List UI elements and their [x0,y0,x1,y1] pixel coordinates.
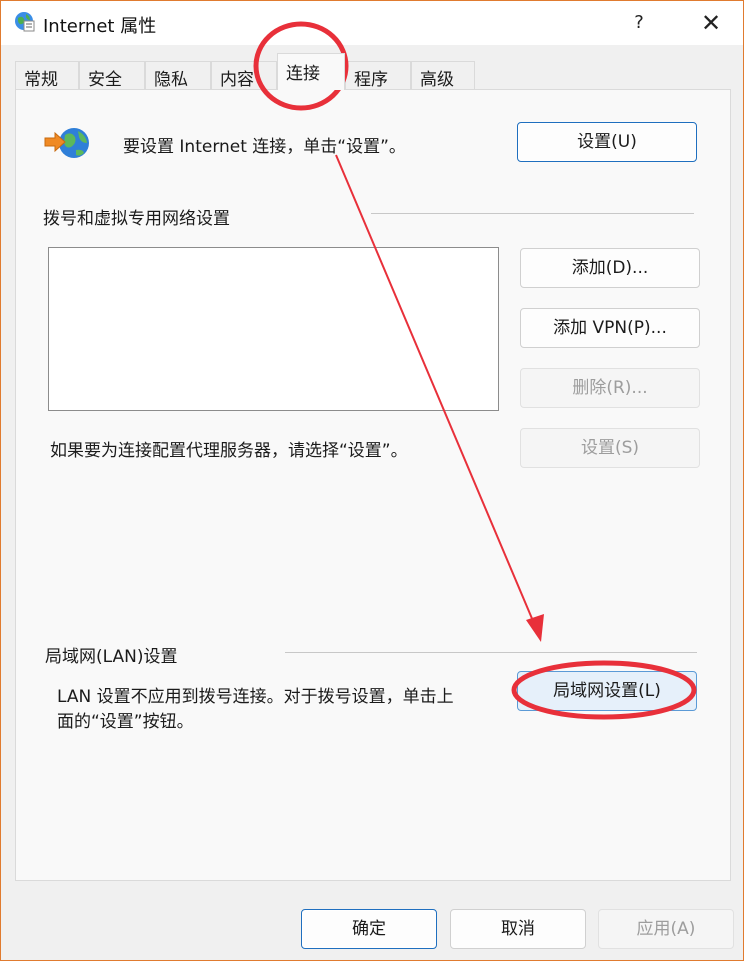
connections-listbox[interactable] [48,247,499,411]
tab-security[interactable]: 安全 [79,61,145,89]
lan-separator [285,652,697,653]
dialup-vpn-heading: 拨号和虚拟专用网络设置 [43,209,230,229]
tab-general[interactable]: 常规 [15,61,79,89]
setup-button[interactable]: 设置(U) [517,122,697,162]
lan-description-line2: 面的“设置”按钮。 [57,712,194,732]
dialup-separator [371,213,694,214]
lan-settings-button[interactable]: 局域网设置(L) [517,671,697,711]
lan-heading: 局域网(LAN)设置 [45,647,178,667]
window-title: Internet 属性 [43,16,157,37]
remove-connection-button[interactable]: 删除(R)... [520,368,700,408]
help-button[interactable]: ? [609,1,669,45]
connection-settings-button[interactable]: 设置(S) [520,428,700,468]
internet-properties-window: Internet 属性 ? ✕ 常规 安全 隐私 内容 连接 程序 高级 要设置… [0,0,744,961]
add-connection-button[interactable]: 添加(D)... [520,248,700,288]
internet-options-icon [15,12,35,32]
ok-button[interactable]: 确定 [301,909,437,949]
cancel-button[interactable]: 取消 [450,909,586,949]
title-bar[interactable]: Internet 属性 ? ✕ [1,1,743,45]
lan-description-line1: LAN 设置不应用到拨号连接。对于拨号设置，单击上 [57,687,454,707]
proxy-instructions: 如果要为连接配置代理服务器，请选择“设置”。 [50,441,408,461]
tab-content[interactable]: 内容 [211,61,277,89]
tab-advanced[interactable]: 高级 [411,61,475,89]
tab-programs[interactable]: 程序 [345,61,411,89]
tab-connections[interactable]: 连接 [277,53,345,90]
setup-instructions: 要设置 Internet 连接，单击“设置”。 [123,137,406,157]
tab-privacy[interactable]: 隐私 [145,61,211,89]
close-button[interactable]: ✕ [681,1,741,45]
add-vpn-button[interactable]: 添加 VPN(P)... [520,308,700,348]
apply-button[interactable]: 应用(A) [598,909,734,949]
network-connection-icon [44,128,89,158]
